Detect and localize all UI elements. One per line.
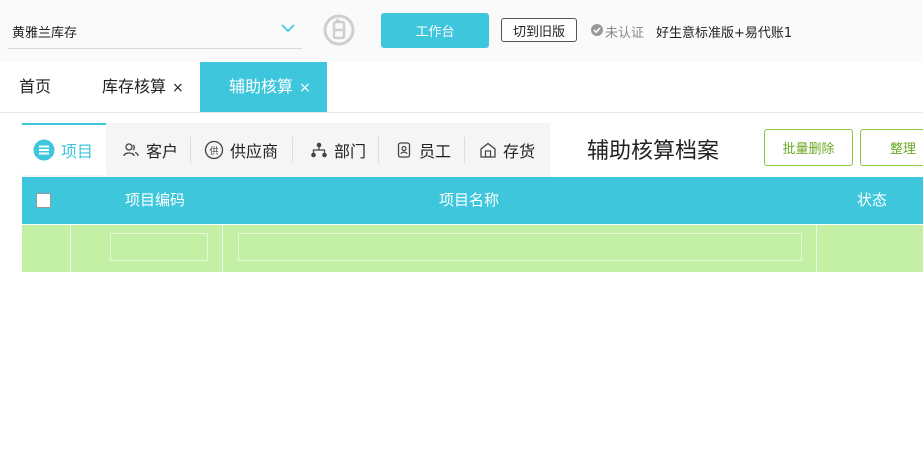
column-header[interactable]: 项目名称 [439, 177, 499, 224]
project-name-input[interactable] [238, 233, 802, 261]
content-panel: 项目 客户 供 供应商 部门 员工 存货 辅助核算档案 批量删除 整理 项目编码… [22, 123, 923, 462]
tab-home[interactable]: 首页 [19, 62, 51, 112]
supplier-icon: 供 [204, 140, 224, 160]
workbench-button[interactable]: 工作台 [381, 13, 489, 48]
column-divider [816, 225, 817, 272]
tab-label: 辅助核算 [229, 77, 294, 96]
tab-inventory-accounting[interactable]: 库存核算 × [102, 62, 184, 112]
organize-button[interactable]: 整理 [860, 129, 923, 166]
account-name: 黄雅兰库存 [12, 26, 78, 41]
column-header[interactable]: 项目编码 [125, 177, 185, 224]
divider [292, 137, 293, 163]
logo-icon [323, 14, 355, 46]
category-label: 部门 [334, 142, 367, 161]
warehouse-icon [479, 141, 497, 159]
list-icon [33, 139, 55, 161]
select-all-checkbox[interactable] [36, 193, 51, 208]
project-code-input[interactable] [110, 233, 208, 261]
badge-icon [395, 141, 413, 159]
org-icon [310, 141, 328, 159]
tab-label: 库存核算 [102, 77, 167, 96]
certification-status[interactable]: 未认证 [605, 22, 644, 41]
category-project[interactable]: 项目 [22, 123, 106, 175]
divider [190, 137, 191, 163]
column-divider [222, 225, 223, 272]
category-supplier[interactable]: 供 供应商 [204, 123, 278, 177]
account-select[interactable]: 黄雅兰库存 [8, 14, 302, 49]
top-bar: 黄雅兰库存 工作台 切到旧版 未认证 好生意标准版+易代账1 [0, 0, 923, 62]
svg-text:供: 供 [209, 145, 218, 157]
category-label: 项目 [61, 142, 94, 161]
tab-auxiliary-accounting[interactable]: 辅助核算 × [200, 62, 327, 112]
divider [378, 137, 379, 163]
column-header[interactable]: 状态 [857, 177, 887, 224]
table-header: 项目编码 项目名称 状态 [22, 177, 923, 224]
category-label: 存货 [503, 142, 536, 161]
switch-old-version-button[interactable]: 切到旧版 [501, 18, 577, 42]
category-tabs: 项目 客户 供 供应商 部门 员工 存货 [22, 123, 550, 177]
close-icon[interactable]: × [299, 80, 311, 96]
batch-delete-button[interactable]: 批量删除 [764, 129, 853, 166]
category-employee[interactable]: 员工 [395, 123, 451, 177]
tab-label: 首页 [19, 77, 52, 96]
page-title: 辅助核算档案 [587, 139, 720, 164]
category-label: 员工 [419, 142, 452, 161]
category-label: 客户 [146, 142, 179, 161]
column-divider [70, 225, 71, 272]
category-department[interactable]: 部门 [310, 123, 366, 177]
table-row[interactable] [22, 225, 923, 272]
product-edition: 好生意标准版+易代账1 [656, 26, 793, 41]
close-icon[interactable]: × [172, 80, 184, 96]
users-icon [122, 141, 140, 159]
divider [464, 137, 465, 163]
category-inventory[interactable]: 存货 [479, 123, 535, 177]
page-tabs: 首页 库存核算 × 辅助核算 × [0, 62, 923, 113]
category-label: 供应商 [230, 142, 279, 161]
certification-icon [590, 22, 604, 41]
chevron-down-icon[interactable] [280, 20, 296, 40]
category-customer[interactable]: 客户 [122, 123, 178, 177]
